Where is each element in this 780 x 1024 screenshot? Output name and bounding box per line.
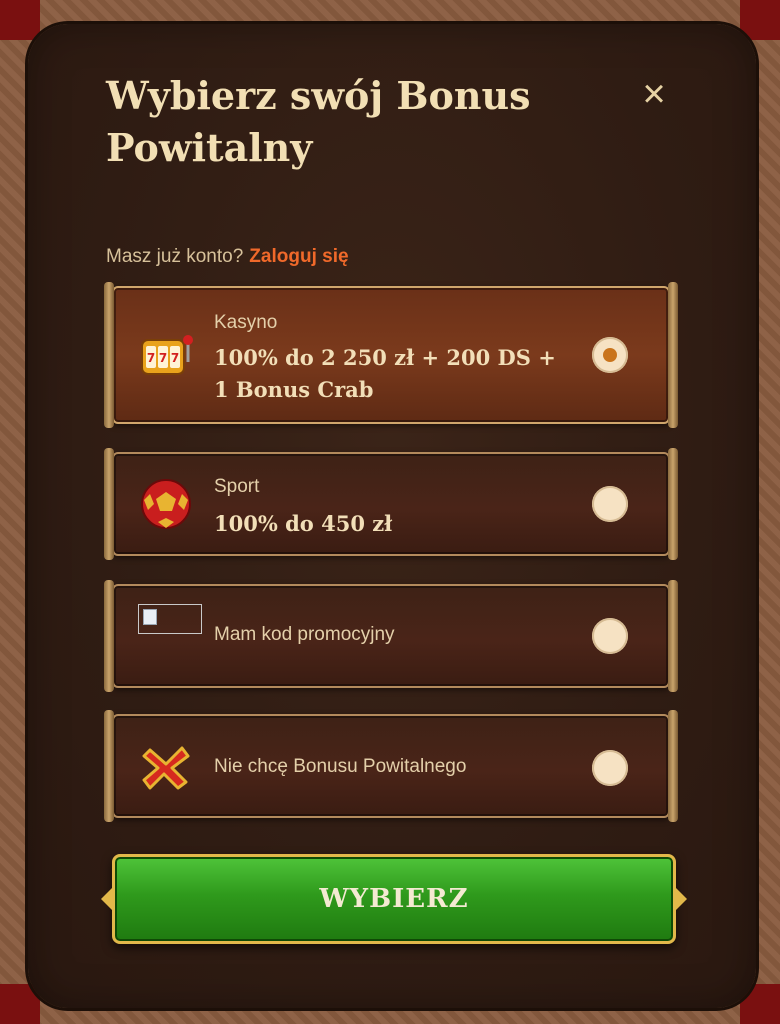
option-frame-cap [104, 710, 114, 822]
login-prompt-row: Masz już konto? Zaloguj się [106, 246, 349, 268]
login-link[interactable]: Zaloguj się [249, 246, 348, 267]
option-promo-code[interactable]: Mam kod promocyjny [104, 580, 678, 692]
option-frame-cap [668, 580, 678, 692]
option-no-bonus[interactable]: Nie chcę Bonusu Powitalnego [104, 710, 678, 822]
soccer-ball-icon [141, 479, 191, 529]
option-bonus-text: 100% do 2 250 zł + 200 DS + 1 Bonus Crab [214, 345, 556, 402]
option-label: Nie chcę Bonusu Powitalnego [214, 756, 467, 777]
option-sport[interactable]: Sport 100% do 450 zł [104, 448, 678, 560]
frame-corner [740, 0, 780, 40]
option-bonus-text: 100% do 450 zł [214, 511, 393, 536]
option-frame-cap [104, 282, 114, 428]
choose-button-label: WYBIERZ [319, 884, 469, 914]
svg-text:7: 7 [147, 351, 155, 365]
frame-corner [0, 0, 40, 40]
option-casino[interactable]: 7 7 7 Kasyno 100% do 2 250 zł + 200 DS +… [104, 282, 678, 428]
login-prompt-text: Masz już konto? [106, 246, 244, 267]
radio-promo-code[interactable] [592, 618, 628, 654]
slot-machine-icon: 7 7 7 [141, 335, 193, 375]
radio-casino[interactable] [592, 337, 628, 373]
choose-button[interactable]: WYBIERZ [101, 854, 687, 944]
option-frame-cap [104, 448, 114, 560]
option-frame-cap [668, 282, 678, 428]
svg-text:7: 7 [159, 351, 167, 365]
option-frame-cap [104, 580, 114, 692]
red-x-icon [142, 746, 190, 790]
button-tip [101, 887, 113, 911]
button-tip [675, 887, 687, 911]
svg-text:7: 7 [171, 351, 179, 365]
option-frame-cap [668, 448, 678, 560]
radio-sport[interactable] [592, 486, 628, 522]
radio-no-bonus[interactable] [592, 750, 628, 786]
option-category: Sport [214, 476, 260, 497]
welcome-bonus-modal: Wybierz swój Bonus Powitalny × Masz już … [28, 24, 756, 1008]
option-category: Kasyno [214, 312, 278, 333]
option-frame-cap [668, 710, 678, 822]
broken-image-icon [138, 604, 202, 634]
modal-title: Wybierz swój Bonus Powitalny [106, 73, 531, 170]
close-icon[interactable]: × [632, 72, 676, 116]
option-label: Mam kod promocyjny [214, 624, 395, 645]
